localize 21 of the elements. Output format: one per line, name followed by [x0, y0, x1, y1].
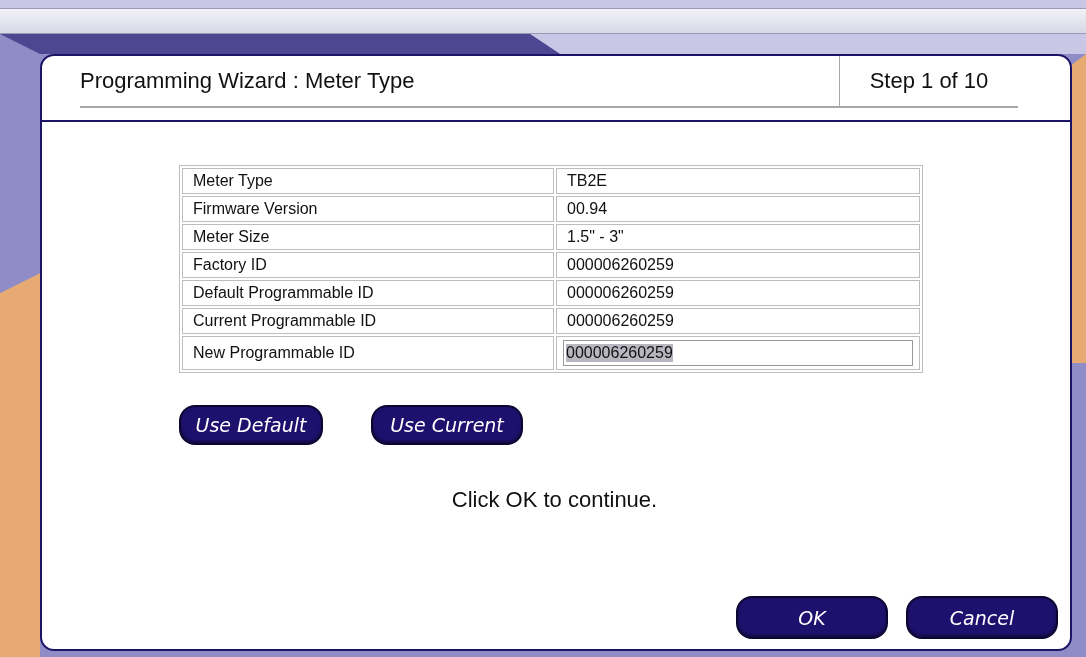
table-cell: Meter Size	[182, 224, 554, 250]
table-cell: 000006260259	[556, 252, 920, 278]
step-indicator: Step 1 of 10	[839, 56, 1018, 106]
pill-button[interactable]: Use Current	[371, 405, 523, 445]
table-cell: 1.5" - 3"	[556, 224, 920, 250]
table-cell: Current Programmable ID	[182, 308, 554, 334]
ok-button[interactable]: OK	[736, 596, 888, 639]
table-cell: Factory ID	[182, 252, 554, 278]
table-cell: 00.94	[556, 196, 920, 222]
table-cell: TB2E	[556, 168, 920, 194]
table-cell: Firmware Version	[182, 196, 554, 222]
table-cell: Default Programmable ID	[182, 280, 554, 306]
table-cell: Meter Type	[182, 168, 554, 194]
pill-button[interactable]: Use Default	[179, 405, 323, 445]
table-cell: 000006260259	[556, 308, 920, 334]
instruction-text: Click OK to continue.	[451, 487, 658, 513]
table-cell: 000006260259	[556, 280, 920, 306]
table-cell: New Programmable ID	[182, 336, 554, 370]
cancel-button[interactable]: Cancel	[906, 596, 1058, 639]
window-title: Programming Wizard : Meter Type	[80, 67, 416, 95]
input-field[interactable]: 000006260259	[563, 340, 913, 366]
